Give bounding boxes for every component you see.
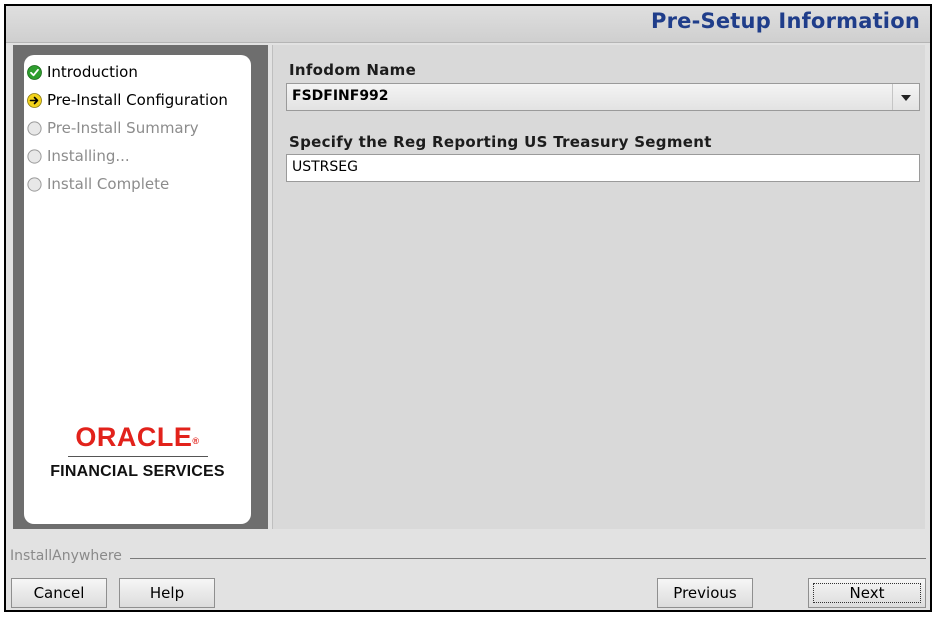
segment-field[interactable] [286, 154, 920, 182]
footer-divider [10, 558, 926, 559]
oracle-logo: ORACLE® [75, 422, 200, 452]
step-pre-install-configuration: Pre-Install Configuration [27, 89, 228, 111]
step-label: Pre-Install Summary [47, 119, 199, 137]
segment-label: Specify the Reg Reporting US Treasury Se… [289, 133, 712, 151]
help-button[interactable]: Help [119, 578, 215, 608]
segment-input[interactable] [287, 155, 892, 179]
help-button-label: Help [149, 584, 185, 602]
installer-window: Pre-Setup Information Introduction Pre-I… [4, 4, 932, 612]
previous-button-label: Previous [673, 584, 737, 602]
previous-button[interactable]: Previous [657, 578, 753, 608]
next-button-label: Next [849, 584, 885, 602]
caret-down-icon [901, 95, 911, 101]
step-label: Introduction [47, 63, 138, 81]
step-label: Install Complete [47, 175, 170, 193]
step-installing: Installing... [27, 145, 130, 167]
page-title: Pre-Setup Information [651, 9, 920, 33]
empty-circle-icon [27, 176, 42, 192]
next-button[interactable]: Next [808, 578, 926, 608]
installanywhere-label: InstallAnywhere [10, 548, 130, 564]
logo-divider [67, 456, 208, 457]
header-bar: Pre-Setup Information [6, 6, 930, 43]
step-label: Installing... [47, 147, 130, 165]
step-pre-install-summary: Pre-Install Summary [27, 117, 199, 139]
financial-services-label: FINANCIAL SERVICES [50, 463, 225, 480]
infodom-dropdown[interactable]: FSDFINF992 [286, 83, 920, 111]
main-content: Infodom Name FSDFINF992 Specify the Reg … [272, 45, 925, 529]
step-list: Introduction Pre-Install Configuration P… [24, 55, 251, 524]
check-circle-icon [27, 64, 42, 80]
empty-circle-icon [27, 148, 42, 164]
oracle-branding: ORACLE® FINANCIAL SERVICES [24, 422, 251, 481]
step-install-complete: Install Complete [27, 173, 169, 195]
dropdown-arrow-button[interactable] [892, 84, 919, 110]
step-label: Pre-Install Configuration [47, 91, 228, 109]
sidebar-panel: Introduction Pre-Install Configuration P… [13, 45, 268, 529]
empty-circle-icon [27, 120, 42, 136]
arrow-circle-icon [27, 92, 42, 108]
infodom-selected-value: FSDFINF992 [292, 88, 389, 104]
step-introduction: Introduction [27, 61, 138, 83]
cancel-button[interactable]: Cancel [11, 578, 107, 608]
infodom-label: Infodom Name [289, 61, 417, 79]
